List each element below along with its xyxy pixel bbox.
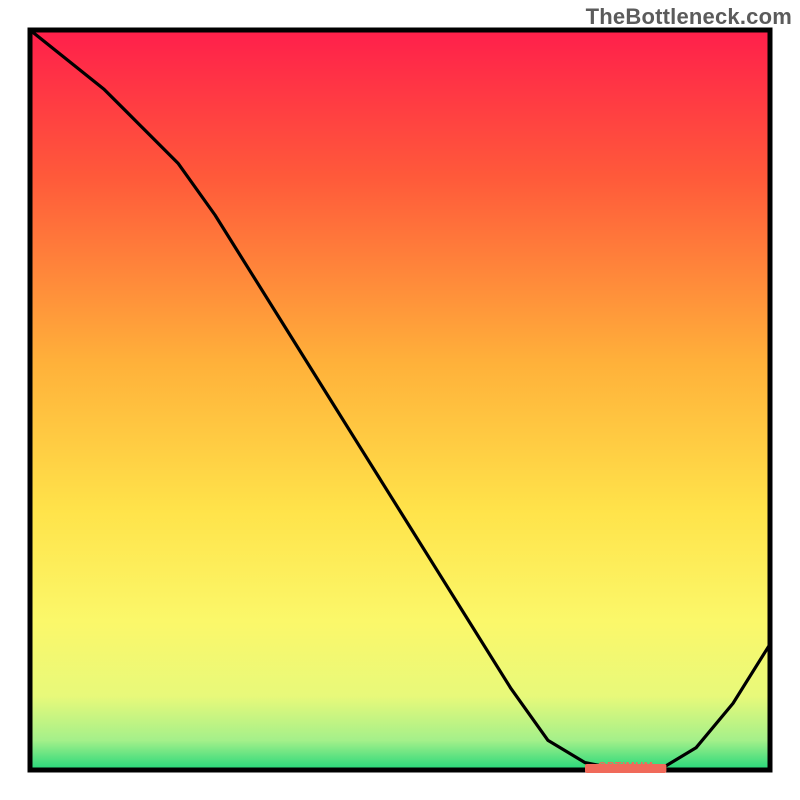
bottleneck-chart: OPTIMUM [0, 0, 800, 800]
chart-stage: TheBottleneck.com OPTIMUM [0, 0, 800, 800]
plot-background [30, 30, 770, 770]
optimum-label: OPTIMUM [598, 761, 653, 773]
